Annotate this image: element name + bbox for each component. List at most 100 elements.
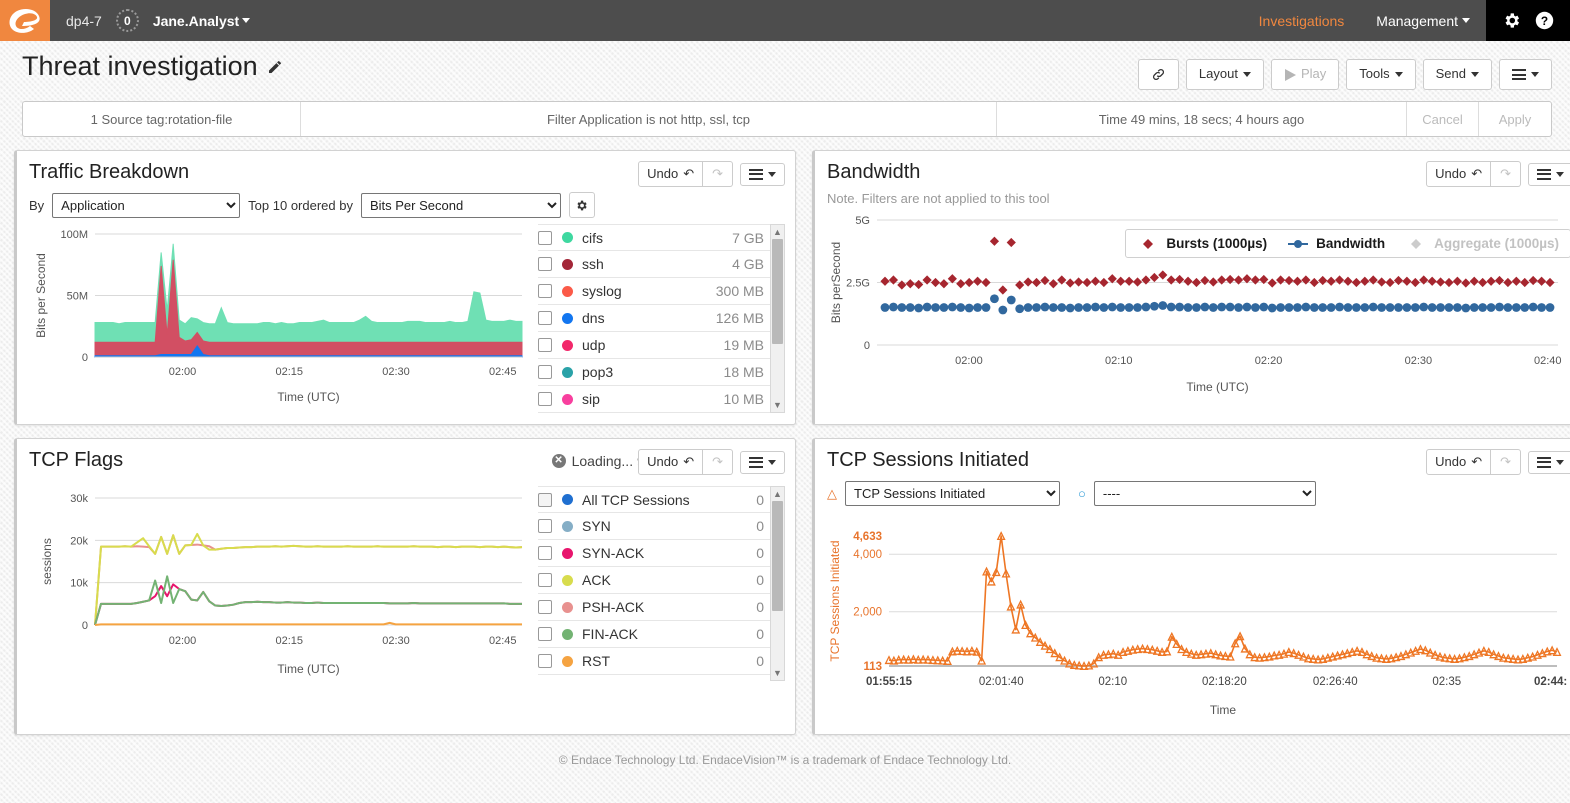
legend-checkbox[interactable] <box>538 519 552 533</box>
redo-button[interactable]: ↷ <box>703 449 733 476</box>
y-tick-label: 2,000 <box>853 607 882 619</box>
order-by-select[interactable]: Bits Per Second <box>360 192 561 218</box>
cancel-loading-icon[interactable]: ✕ <box>551 454 566 468</box>
scroll-up-icon[interactable]: ▲ <box>773 225 782 239</box>
legend-value: 0 <box>756 491 764 508</box>
legend-checkbox[interactable] <box>538 311 552 325</box>
traffic-breakdown-chart[interactable]: 0 50M 100M Bits per Second 02:00 02:15 02:30 02… <box>29 224 534 409</box>
tcp-sessions-initiated-chart[interactable]: 4,633 4,000 2,000 113 TCP Sessions Initiated… <box>827 520 1567 720</box>
pencil-icon[interactable] <box>267 59 283 75</box>
scroll-down-icon[interactable]: ▼ <box>773 666 782 680</box>
legend-checkbox[interactable] <box>538 546 552 560</box>
legend-checkbox[interactable] <box>538 338 552 352</box>
tools-button[interactable]: Tools <box>1346 59 1416 90</box>
panel-menu-button[interactable] <box>740 162 785 186</box>
link-button[interactable] <box>1137 59 1179 90</box>
scroll-down-icon[interactable]: ▼ <box>773 398 782 412</box>
panel-menu-button[interactable] <box>740 450 785 474</box>
data-point-bursts <box>947 274 957 284</box>
gear-icon[interactable] <box>1502 11 1521 30</box>
panel-menu-button[interactable] <box>1528 450 1570 474</box>
bandwidth-legend-item[interactable]: Bursts (1000µs) <box>1137 236 1267 251</box>
legend-checkbox[interactable] <box>538 365 552 379</box>
legend-checkbox[interactable] <box>538 392 552 406</box>
legend-row[interactable]: FIN-ACK 0 <box>538 621 770 648</box>
legend-checkbox[interactable] <box>538 627 552 641</box>
scrollbar-thumb[interactable] <box>772 239 783 344</box>
nav-item-management[interactable]: Management <box>1360 0 1486 41</box>
legend-checkbox[interactable] <box>538 230 552 245</box>
bandwidth-legend-item[interactable]: Aggregate (1000µs) <box>1405 236 1559 251</box>
legend-row[interactable]: udp 19 MB <box>538 332 770 359</box>
redo-button[interactable]: ↷ <box>1491 449 1521 476</box>
undo-button[interactable]: Undo ↶ <box>638 161 704 188</box>
primary-metric-select[interactable]: TCP Sessions Initiated <box>845 481 1060 506</box>
traffic-breakdown-settings-button[interactable] <box>568 192 595 218</box>
group-by-select[interactable]: Application <box>52 192 241 218</box>
legend-row[interactable]: SYN 0 <box>538 513 770 540</box>
data-point-bursts <box>1292 276 1303 286</box>
legend-row[interactable]: SYN-ACK 0 <box>538 540 770 567</box>
legend-checkbox[interactable] <box>538 654 552 668</box>
data-point-bandwidth <box>1057 303 1067 312</box>
play-button[interactable]: Play <box>1270 59 1340 90</box>
layout-button[interactable]: Layout <box>1185 59 1264 90</box>
redo-arrow-icon: ↷ <box>1500 454 1511 469</box>
legend-checkbox[interactable] <box>538 284 552 298</box>
data-point-bandwidth <box>1149 301 1159 311</box>
data-point-bursts <box>1250 275 1260 285</box>
legend-scrollbar[interactable]: ▲ ▼ <box>770 224 785 413</box>
legend-row[interactable]: cifs 7 GB <box>538 224 770 251</box>
legend-label: PSH-ACK <box>582 599 645 615</box>
undo-button[interactable]: Undo ↶ <box>1426 161 1492 188</box>
legend-row[interactable]: pop3 18 MB <box>538 359 770 386</box>
time-range-field[interactable]: Time 49 mins, 18 secs; 4 hours ago <box>997 102 1407 136</box>
tcp-flags-chart[interactable]: 0 10k 20k 30k sessions 02:00 02:15 02:30 02:45 Ti… <box>29 486 534 681</box>
alert-badge[interactable]: 0 <box>115 9 139 32</box>
undo-button[interactable]: Undo ↶ <box>1426 449 1492 476</box>
secondary-metric-select[interactable]: ---- <box>1093 481 1316 506</box>
redo-button[interactable]: ↷ <box>703 161 733 188</box>
legend-row[interactable]: sip 10 MB <box>538 386 770 413</box>
cancel-button[interactable]: Cancel <box>1407 102 1479 136</box>
x-tick-label: 02:30 <box>1405 355 1433 367</box>
legend-checkbox[interactable] <box>538 573 552 587</box>
data-point-bandwidth <box>1091 302 1100 312</box>
send-button[interactable]: Send <box>1422 59 1492 90</box>
legend-row[interactable]: RST 0 <box>538 648 770 675</box>
legend-row[interactable]: dns 126 MB <box>538 305 770 332</box>
y-tick-label: 0 <box>82 352 88 364</box>
apply-button[interactable]: Apply <box>1479 102 1551 136</box>
legend-checkbox[interactable] <box>538 600 552 614</box>
nav-item-investigations[interactable]: Investigations <box>1243 0 1361 41</box>
legend-checkbox[interactable] <box>538 257 552 271</box>
data-point-bandwidth <box>1343 303 1353 312</box>
legend-row[interactable]: PSH-ACK 0 <box>538 594 770 621</box>
application-filter-field[interactable]: Filter Application is not http, ssl, tcp <box>301 102 997 136</box>
data-point-bursts <box>1183 276 1193 286</box>
data-point-bursts <box>1528 275 1538 286</box>
data-point-bandwidth <box>889 302 898 312</box>
app-logo[interactable] <box>0 0 50 41</box>
data-point-bandwidth <box>1175 302 1185 312</box>
user-menu[interactable]: Jane.Analyst <box>153 13 251 29</box>
legend-row[interactable]: ACK 0 <box>538 567 770 594</box>
panel-menu-button[interactable] <box>1528 162 1570 186</box>
legend-row[interactable]: All TCP Sessions 0 <box>538 486 770 513</box>
overflow-menu-button[interactable] <box>1499 59 1552 90</box>
redo-button[interactable]: ↷ <box>1491 161 1521 188</box>
data-point-bursts <box>1503 277 1513 288</box>
undo-button-label: Undo <box>1435 454 1467 469</box>
scrollbar-thumb[interactable] <box>772 501 783 611</box>
scroll-up-icon[interactable]: ▲ <box>773 487 782 501</box>
legend-scrollbar[interactable]: ▲ ▼ <box>770 486 785 681</box>
legend-row[interactable]: syslog 300 MB <box>538 278 770 305</box>
source-filter-field[interactable]: 1 Source tag:rotation-file <box>23 102 301 136</box>
bandwidth-legend-item[interactable]: Bandwidth <box>1287 236 1385 251</box>
data-point-bandwidth <box>1107 302 1117 312</box>
legend-row[interactable]: ssh 4 GB <box>538 251 770 278</box>
data-point-bandwidth <box>1284 303 1294 312</box>
undo-button[interactable]: Undo ↶ <box>638 449 704 476</box>
help-icon[interactable]: ? <box>1535 11 1554 30</box>
legend-checkbox[interactable] <box>538 492 552 507</box>
